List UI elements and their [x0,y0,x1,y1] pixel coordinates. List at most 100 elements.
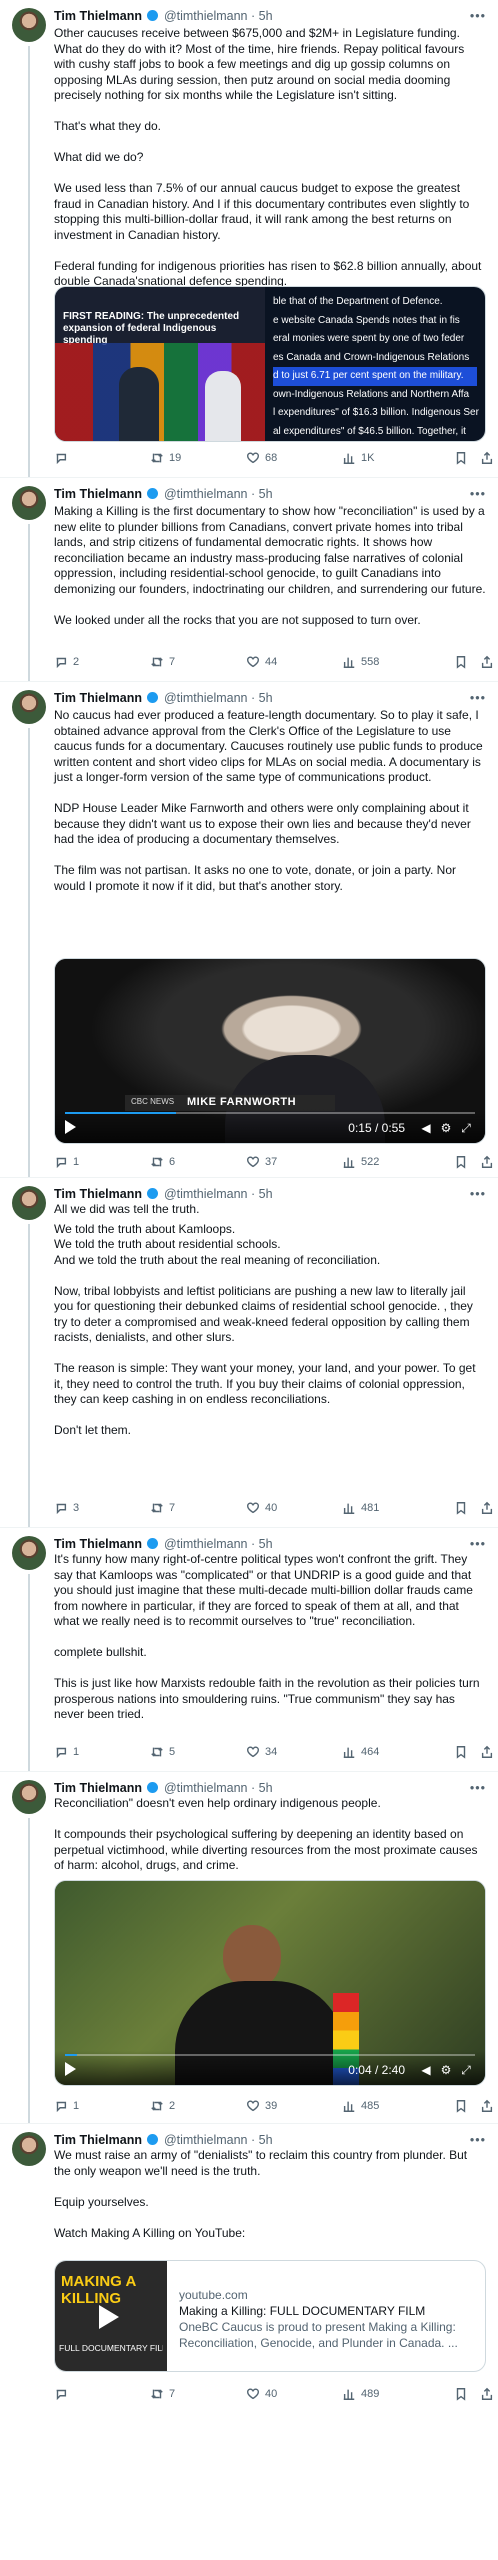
reply-button[interactable]: 1 [54,1744,79,1760]
like-button[interactable]: 40 [246,1500,277,1516]
more-icon[interactable]: ••• [470,8,486,24]
author-handle[interactable]: @timthielmann [164,487,248,501]
reply-button[interactable]: 1 [54,1154,79,1170]
avatar[interactable] [12,690,46,724]
reply-button[interactable]: 3 [54,1500,79,1516]
like-button[interactable]: 34 [246,1744,277,1760]
repost-button[interactable]: 7 [150,654,175,670]
play-icon[interactable] [65,2062,76,2076]
tweet-image[interactable]: FIRST READING: The unprecedented expansi… [54,286,486,442]
views-button[interactable]: 1K [342,450,374,466]
avatar[interactable] [12,1186,46,1220]
timestamp[interactable]: 5h [259,1537,273,1551]
author-name[interactable]: Tim Thielmann [54,2133,142,2147]
timestamp[interactable]: 5h [259,1187,273,1201]
more-icon[interactable]: ••• [470,690,486,706]
repost-button[interactable]: 2 [150,2098,175,2114]
avatar[interactable] [12,1536,46,1570]
author-handle[interactable]: @timthielmann [164,1781,248,1795]
like-button[interactable]: 44 [246,654,277,670]
more-icon[interactable]: ••• [470,486,486,502]
tweet[interactable]: Tim Thielmann @timthielmann · 5h ••• Oth… [0,0,498,478]
share-button[interactable] [480,2098,494,2114]
repost-button[interactable]: 6 [150,1154,175,1170]
repost-button[interactable]: 19 [150,450,181,466]
bookmark-button[interactable] [454,450,468,466]
views-button[interactable]: 481 [342,1500,379,1516]
share-button[interactable] [480,1744,494,1760]
tweet[interactable]: Tim Thielmann @timthielmann · 5h ••• Rec… [0,1772,498,2124]
tweet[interactable]: Tim Thielmann @timthielmann · 5h ••• No … [0,682,498,1178]
fullscreen-icon[interactable]: ⤢ [459,2063,473,2077]
timestamp[interactable]: 5h [259,691,273,705]
timestamp[interactable]: 5h [259,1781,273,1795]
tweet[interactable]: Tim Thielmann @timthielmann · 5h ••• Mak… [0,478,498,682]
fullscreen-icon[interactable]: ⤢ [459,1121,473,1135]
video-progress[interactable] [65,2054,475,2056]
tweet[interactable]: Tim Thielmann @timthielmann · 5h ••• All… [0,1178,498,1528]
author-name[interactable]: Tim Thielmann [54,9,142,23]
author-name[interactable]: Tim Thielmann [54,1187,142,1201]
reply-button[interactable]: 2 [54,654,79,670]
tweet[interactable]: Tim Thielmann @timthielmann · 5h ••• It'… [0,1528,498,1772]
tweet-video[interactable]: 0:04 / 2:40 ◀ ⚙ ⤢ [54,1880,486,2086]
avatar[interactable] [12,8,46,42]
settings-icon[interactable]: ⚙ [439,1121,453,1135]
share-button[interactable] [480,654,494,670]
like-button[interactable]: 39 [246,2098,277,2114]
reply-button[interactable]: 1 [54,2098,79,2114]
bookmark-button[interactable] [454,1154,468,1170]
tweet-text: All we did was tell the truth. We told t… [54,1202,486,1439]
views-button[interactable]: 464 [342,1744,379,1760]
author-name[interactable]: Tim Thielmann [54,691,142,705]
avatar[interactable] [12,1780,46,1814]
author-handle[interactable]: @timthielmann [164,1537,248,1551]
repost-button[interactable]: 7 [150,1500,175,1516]
reply-button[interactable] [54,450,73,466]
bookmark-button[interactable] [454,2098,468,2114]
timestamp[interactable]: 5h [259,2133,273,2147]
views-button[interactable]: 485 [342,2098,379,2114]
views-button[interactable]: 558 [342,654,379,670]
timestamp[interactable]: 5h [259,487,273,501]
author-name[interactable]: Tim Thielmann [54,1781,142,1795]
volume-icon[interactable]: ◀ [419,2063,433,2077]
bookmark-button[interactable] [454,1500,468,1516]
bookmark-button[interactable] [454,654,468,670]
bookmark-button[interactable] [454,2386,468,2402]
more-icon[interactable]: ••• [470,2132,486,2148]
more-icon[interactable]: ••• [470,1536,486,1552]
like-count: 37 [265,1156,278,1168]
like-button[interactable]: 40 [246,2386,277,2402]
avatar[interactable] [12,486,46,520]
reply-button[interactable] [54,2386,73,2402]
like-button[interactable]: 68 [246,450,277,466]
author-handle[interactable]: @timthielmann [164,9,248,23]
play-icon[interactable] [65,1120,76,1134]
tweet-video[interactable]: CBC NEWS MIKE FARNWORTH 0:15 / 0:55 ◀ ⚙ … [54,958,486,1144]
avatar[interactable] [12,2132,46,2166]
author-name[interactable]: Tim Thielmann [54,1537,142,1551]
views-button[interactable]: 522 [342,1154,379,1170]
share-button[interactable] [480,450,494,466]
author-handle[interactable]: @timthielmann [164,691,248,705]
more-icon[interactable]: ••• [470,1186,486,1202]
link-card[interactable]: MAKING A KILLING FULL DOCUMENTARY FILM y… [54,2260,486,2372]
share-button[interactable] [480,1500,494,1516]
tweet[interactable]: Tim Thielmann @timthielmann · 5h ••• We … [0,2124,498,2560]
settings-icon[interactable]: ⚙ [439,2063,453,2077]
repost-button[interactable]: 5 [150,1744,175,1760]
author-name[interactable]: Tim Thielmann [54,487,142,501]
share-button[interactable] [480,1154,494,1170]
video-progress[interactable] [65,1112,475,1114]
like-button[interactable]: 37 [246,1154,277,1170]
author-handle[interactable]: @timthielmann [164,1187,248,1201]
volume-icon[interactable]: ◀ [419,1121,433,1135]
timestamp[interactable]: 5h [259,9,273,23]
repost-button[interactable]: 7 [150,2386,175,2402]
bookmark-button[interactable] [454,1744,468,1760]
share-button[interactable] [480,2386,494,2402]
more-icon[interactable]: ••• [470,1780,486,1796]
author-handle[interactable]: @timthielmann [164,2133,248,2147]
views-button[interactable]: 489 [342,2386,379,2402]
